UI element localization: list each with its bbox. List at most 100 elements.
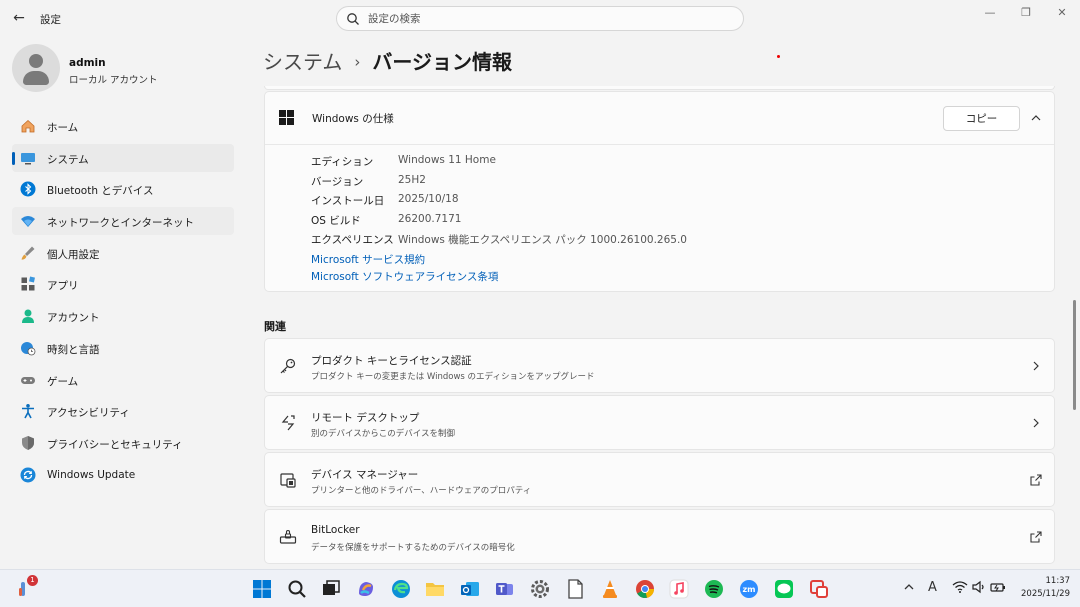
windows-spec-header[interactable]: Windows の仕様 コピー	[265, 92, 1054, 145]
services-agreement-link[interactable]: Microsoft サービス規約	[311, 252, 425, 267]
volume-icon[interactable]	[971, 580, 987, 598]
copy-button[interactable]: コピー	[943, 106, 1020, 131]
search-icon	[347, 13, 359, 25]
apps-icon	[21, 276, 35, 291]
sidebar-item-windows-update[interactable]: Windows Update	[12, 461, 234, 489]
sidebar-item-accounts[interactable]: アカウント	[12, 302, 234, 330]
bitlocker-card[interactable]: BitLocker データを保護をサポートするためのデバイスの暗号化	[264, 509, 1055, 564]
account-icon	[22, 309, 34, 324]
card-subtitle: プリンターと他のドライバー、ハードウェアのプロパティ	[311, 486, 532, 496]
home-icon	[21, 119, 35, 133]
clock[interactable]: 11:37 2025/11/29	[1010, 575, 1070, 601]
itunes-icon[interactable]	[668, 578, 690, 600]
cursor-dot	[777, 55, 780, 58]
sidebar-item-label: ネットワークとインターネット	[47, 217, 194, 230]
sidebar-item-label: システム	[47, 153, 89, 166]
search-input[interactable]	[368, 10, 728, 28]
sidebar-item-apps[interactable]: アプリ	[12, 270, 234, 298]
sidebar-item-personalization[interactable]: 個人用設定	[12, 239, 234, 267]
minimize-button[interactable]: —	[972, 4, 1008, 22]
tray-overflow-chevron-icon[interactable]	[902, 580, 916, 598]
sidebar-item-gaming[interactable]: ゲーム	[12, 366, 234, 394]
card-subtitle: データを保護をサポートするためのデバイスの暗号化	[311, 543, 515, 553]
sidebar-item-label: アクセシビリティ	[47, 407, 130, 420]
card-subtitle: プロダクト キーの変更または Windows のエディションをアップグレード	[311, 372, 595, 382]
external-link-icon	[1030, 474, 1042, 486]
update-icon	[20, 467, 36, 483]
sidebar-item-label: ゲーム	[47, 375, 79, 388]
product-key-card[interactable]: プロダクト キーとライセンス認証 プロダクト キーの変更または Windows …	[264, 338, 1055, 393]
page-title: バージョン情報	[372, 50, 513, 74]
title-bar: ← 設定 — ❐ ✕	[0, 0, 1080, 38]
remote-desktop-card[interactable]: リモート デスクトップ 別のデバイスからこのデバイスを制御	[264, 395, 1055, 450]
breadcrumb: システム › バージョン情報	[263, 46, 512, 75]
windows-spec-card: Windows の仕様 コピー エディション Windows 11 Home バー…	[264, 91, 1055, 292]
taskbar: 1 zm A 11:37 2025/11/29	[0, 569, 1080, 607]
notepad-icon[interactable]	[564, 578, 586, 600]
snipping-tool-icon[interactable]	[808, 578, 830, 600]
sidebar-item-label: 時刻と言語	[47, 343, 100, 356]
teams-icon[interactable]	[494, 578, 516, 600]
bitlocker-icon	[279, 530, 297, 544]
breadcrumb-parent[interactable]: システム	[263, 50, 342, 74]
task-view-icon[interactable]	[320, 578, 342, 600]
wifi-icon[interactable]	[952, 580, 968, 598]
avatar	[12, 44, 60, 92]
scrollbar[interactable]	[1073, 300, 1076, 410]
device-manager-icon	[280, 473, 296, 488]
line-icon[interactable]	[773, 578, 795, 600]
gamepad-icon	[21, 376, 35, 384]
battery-icon[interactable]	[990, 580, 1006, 598]
card-title: デバイス マネージャー	[311, 469, 419, 481]
search-box[interactable]	[336, 6, 744, 31]
sidebar-item-home[interactable]: ホーム	[12, 112, 234, 140]
sidebar-item-system[interactable]: システム	[12, 143, 234, 172]
user-profile[interactable]: admin ローカル アカウント	[12, 44, 242, 96]
globe-clock-icon	[21, 341, 36, 356]
active-indicator	[12, 151, 15, 165]
svg-text:zm: zm	[743, 585, 756, 594]
sidebar-item-label: ホーム	[47, 122, 79, 134]
device-manager-card[interactable]: デバイス マネージャー プリンターと他のドライバー、ハードウェアのプロパティ	[264, 452, 1055, 507]
sidebar-item-network[interactable]: ネットワークとインターネット	[12, 207, 234, 236]
sidebar-nav: ホーム システム Bluetooth とデバイス ネットワークとインターネット …	[12, 112, 234, 492]
clock-time: 11:37	[1045, 576, 1071, 586]
sidebar-item-bluetooth[interactable]: Bluetooth とデバイス	[12, 175, 234, 203]
zoom-icon[interactable]: zm	[738, 578, 760, 600]
windows-logo-icon	[279, 110, 294, 125]
accessibility-icon	[22, 404, 34, 419]
license-terms-link[interactable]: Microsoft ソフトウェアライセンス条項	[311, 269, 498, 284]
clock-date: 2025/11/29	[1021, 589, 1070, 599]
start-icon[interactable]	[251, 578, 273, 600]
vlc-icon[interactable]	[599, 578, 621, 600]
spotify-icon[interactable]	[703, 578, 725, 600]
maximize-button[interactable]: ❐	[1008, 4, 1044, 22]
previous-card-edge	[264, 86, 1055, 90]
back-arrow-icon[interactable]: ←	[10, 9, 28, 27]
copilot-icon[interactable]	[355, 578, 377, 600]
settings-gear-icon[interactable]	[529, 578, 551, 600]
related-heading: 関連	[264, 320, 286, 333]
sidebar-item-time-language[interactable]: 時刻と言語	[12, 334, 234, 362]
chrome-icon[interactable]	[634, 578, 656, 600]
card-title: プロダクト キーとライセンス認証	[311, 355, 472, 367]
windows-spec-title: Windows の仕様	[312, 113, 394, 125]
app-title: 設定	[40, 14, 61, 26]
card-subtitle: 別のデバイスからこのデバイスを制御	[311, 429, 455, 439]
edge-icon[interactable]	[390, 578, 412, 600]
account-type: ローカル アカウント	[69, 75, 158, 86]
chevron-right-icon	[1033, 361, 1039, 371]
sidebar-item-label: プライバシーとセキュリティ	[47, 438, 183, 451]
taskbar-search-icon[interactable]	[286, 578, 308, 600]
chevron-up-icon[interactable]	[1027, 109, 1045, 127]
close-button[interactable]: ✕	[1044, 4, 1080, 22]
file-explorer-icon[interactable]	[424, 578, 446, 600]
sidebar-item-accessibility[interactable]: アクセシビリティ	[12, 397, 234, 425]
card-title: BitLocker	[311, 524, 360, 536]
ime-indicator[interactable]: A	[928, 580, 937, 598]
breadcrumb-separator: ›	[354, 53, 361, 71]
key-icon	[280, 358, 296, 374]
outlook-icon[interactable]	[459, 578, 481, 600]
sidebar-item-label: Windows Update	[47, 468, 136, 481]
sidebar-item-privacy[interactable]: プライバシーとセキュリティ	[12, 429, 234, 457]
